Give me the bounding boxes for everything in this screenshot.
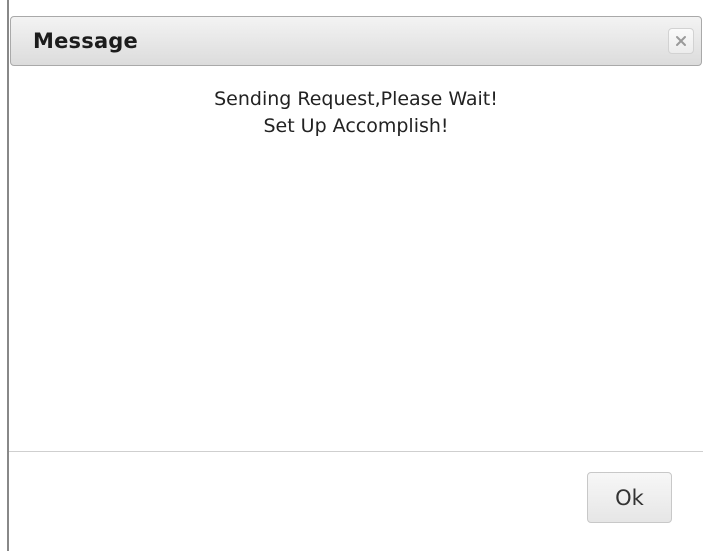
message-dialog — [7, 0, 703, 551]
close-button[interactable] — [668, 28, 694, 54]
message-line: Sending Request,Please Wait! — [214, 88, 498, 110]
dialog-title: Message — [33, 29, 138, 53]
close-icon — [675, 35, 687, 47]
dialog-titlebar[interactable]: Message — [10, 16, 702, 66]
message-line: Set Up Accomplish! — [263, 115, 449, 137]
dialog-message: Sending Request,Please Wait! Set Up Acco… — [9, 86, 703, 140]
ok-button[interactable]: Ok — [587, 472, 672, 523]
footer-divider — [9, 451, 703, 452]
